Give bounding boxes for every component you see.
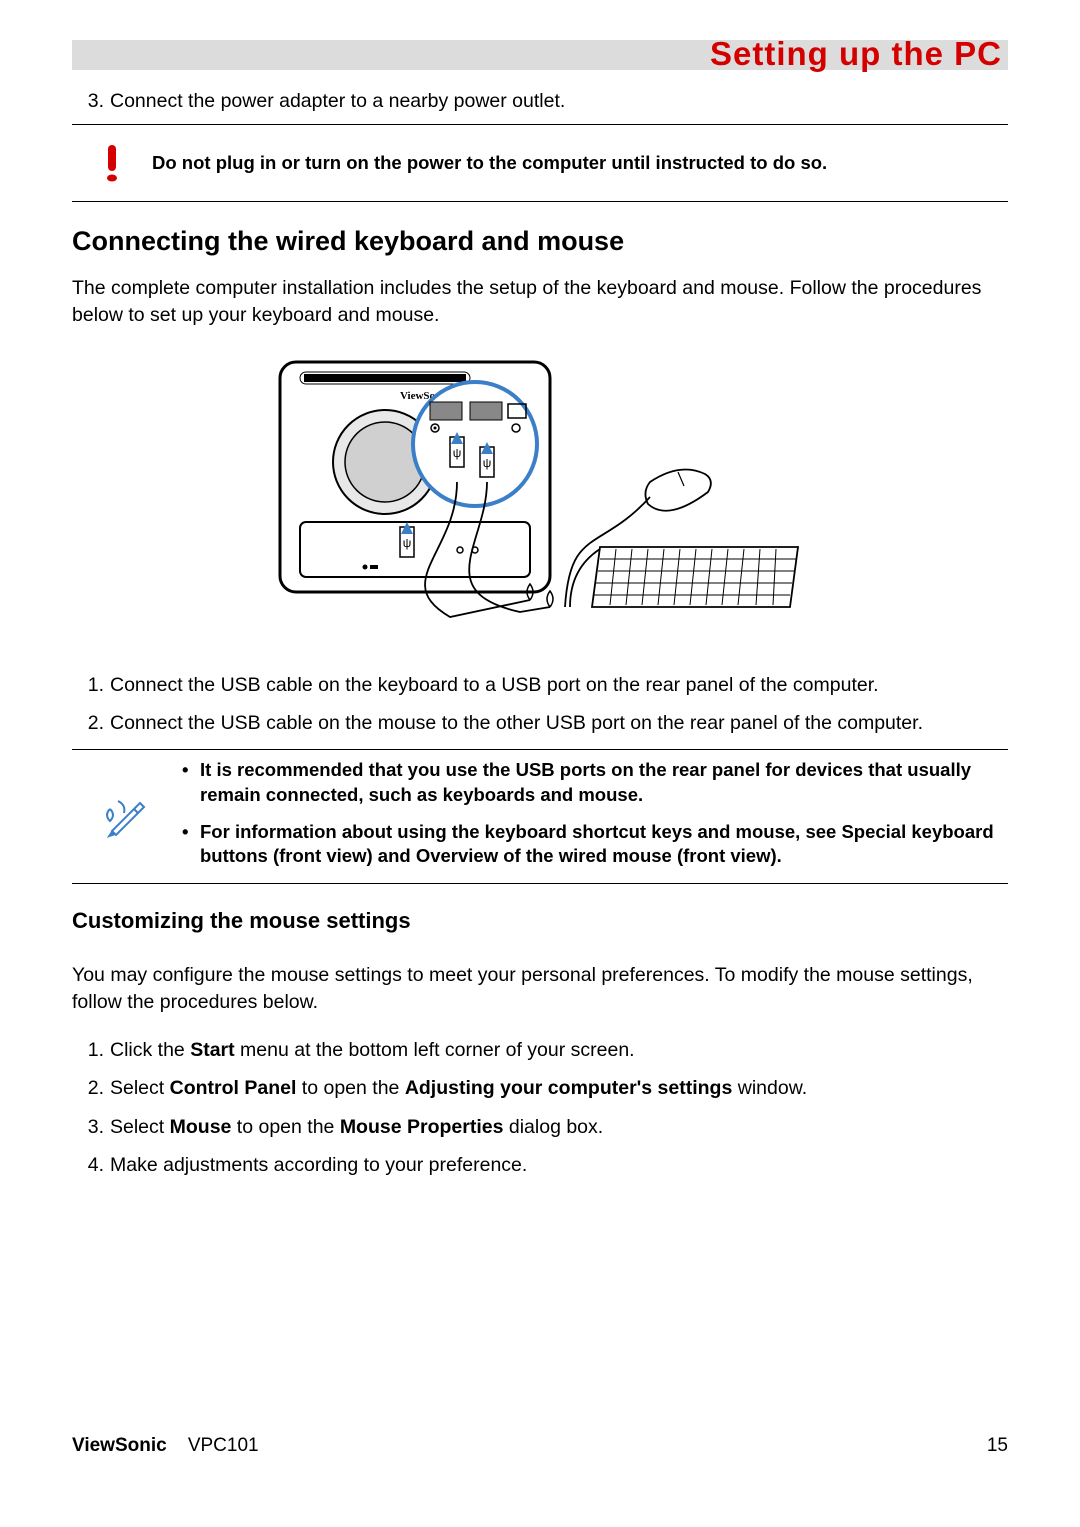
section-intro: You may configure the mouse settings to …: [72, 962, 1008, 1015]
divider: [72, 201, 1008, 202]
svg-text:ψ: ψ: [403, 536, 412, 550]
bullet-icon: •: [182, 758, 200, 808]
note-text: It is recommended that you use the USB p…: [200, 758, 1008, 808]
svg-text:ψ: ψ: [483, 456, 492, 470]
step-number: 2.: [80, 1075, 110, 1101]
section-heading: Connecting the wired keyboard and mouse: [72, 226, 1008, 257]
footer-brand: ViewSonic: [72, 1435, 167, 1456]
svg-text:ψ: ψ: [453, 446, 462, 460]
step-text: Click the Start menu at the bottom left …: [110, 1037, 1008, 1063]
warning-text: Do not plug in or turn on the power to t…: [152, 151, 1008, 176]
subsection-heading: Customizing the mouse settings: [72, 908, 1008, 934]
warning-icon: [72, 143, 152, 183]
step-number: 3.: [80, 1114, 110, 1140]
step-number: 2.: [80, 710, 110, 736]
footer-model-value: VPC101: [188, 1435, 259, 1456]
footer-model: [172, 1435, 188, 1456]
section-intro: The complete computer installation inclu…: [72, 275, 1008, 328]
step-number: 3.: [80, 88, 110, 114]
page-title: Setting up the PC: [710, 35, 1002, 73]
page-footer: ViewSonic VPC101 15: [72, 1435, 1008, 1457]
note-icon: [72, 758, 182, 874]
step-number: 4.: [80, 1152, 110, 1178]
keyboard-icon: [570, 547, 798, 607]
step-text: Connect the USB cable on the mouse to th…: [110, 710, 1008, 736]
page-number: 15: [987, 1435, 1008, 1457]
note-text: For information about using the keyboard…: [200, 820, 1008, 870]
step-number: 1.: [80, 672, 110, 698]
bullet-icon: •: [182, 820, 200, 870]
step-number: 1.: [80, 1037, 110, 1063]
connection-illustration: ViewSon ψ ψ: [72, 352, 1008, 642]
step-text: Connect the USB cable on the keyboard to…: [110, 672, 1008, 698]
note-box: • It is recommended that you use the USB…: [72, 750, 1008, 884]
step-text: Make adjustments according to your prefe…: [110, 1152, 1008, 1178]
divider: [72, 883, 1008, 884]
header-bar: Setting up the PC: [72, 40, 1008, 70]
step-text: Select Mouse to open the Mouse Propertie…: [110, 1114, 1008, 1140]
step-text: Select Control Panel to open the Adjusti…: [110, 1075, 1008, 1101]
step-text: Connect the power adapter to a nearby po…: [110, 88, 1008, 114]
warning-box: Do not plug in or turn on the power to t…: [72, 125, 1008, 201]
